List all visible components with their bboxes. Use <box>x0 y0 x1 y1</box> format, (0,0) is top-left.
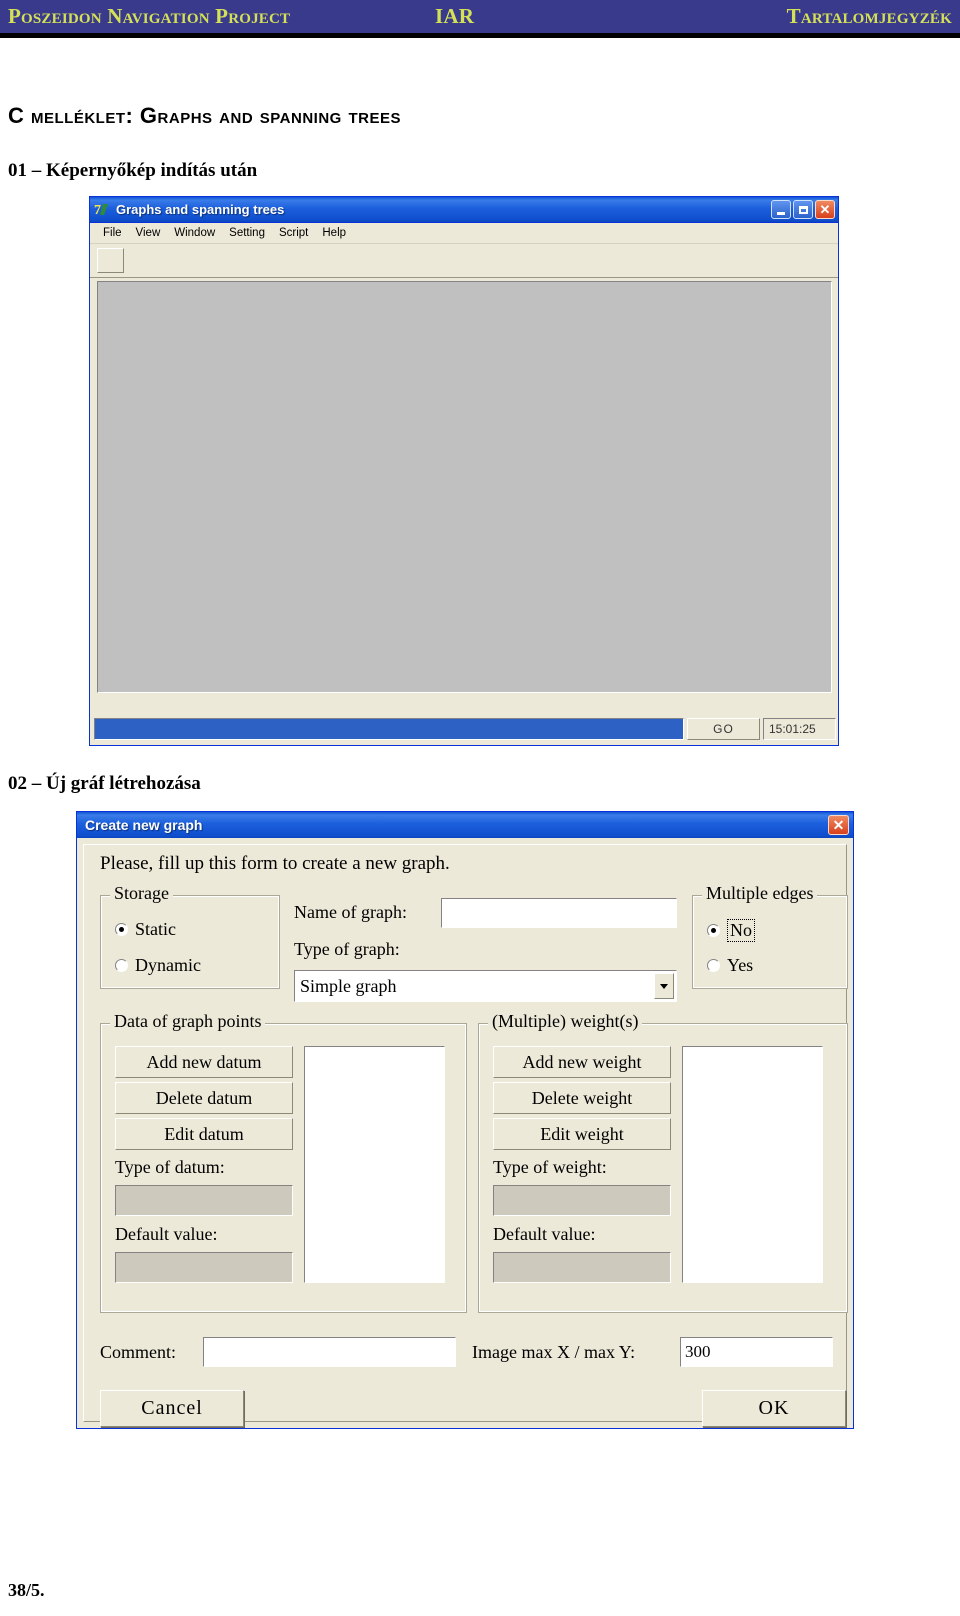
name-of-graph-input[interactable] <box>441 898 677 928</box>
weight-default-value-label: Default value: <box>493 1224 596 1244</box>
title-bar[interactable]: 7 Graphs and spanning trees ✕ <box>90 197 838 223</box>
storage-dynamic-label: Dynamic <box>135 955 201 975</box>
comment-label: Comment: <box>100 1342 176 1362</box>
create-new-graph-dialog: Create new graph ✕ Please, fill up this … <box>76 811 854 1429</box>
add-new-datum-button[interactable]: Add new datum <box>115 1046 293 1078</box>
chevron-down-icon[interactable] <box>654 973 674 999</box>
radio-icon <box>707 959 720 972</box>
header-toc-link[interactable]: Tartalomjegyzék <box>787 4 952 29</box>
menu-window[interactable]: Window <box>167 225 222 241</box>
multiple-weights-groupbox: (Multiple) weight(s) Add new weight Dele… <box>478 1011 848 1313</box>
cancel-button[interactable]: Cancel <box>100 1390 244 1427</box>
dialog-body: Please, fill up this form to create a ne… <box>83 844 848 1427</box>
header-shadow-rule <box>0 33 960 38</box>
ok-button[interactable]: OK <box>702 1390 846 1427</box>
radio-icon <box>115 923 128 936</box>
maximize-button[interactable] <box>793 200 813 219</box>
multiple-edges-legend: Multiple edges <box>702 883 818 904</box>
caption-button-group: ✕ <box>771 200 835 219</box>
dialog-title-bar[interactable]: Create new graph ✕ <box>77 812 853 838</box>
type-of-weight-field <box>493 1185 671 1216</box>
close-icon: ✕ <box>832 816 845 833</box>
menu-script[interactable]: Script <box>272 225 315 241</box>
window-title: Graphs and spanning trees <box>116 202 285 217</box>
type-of-datum-label: Type of datum: <box>115 1157 225 1177</box>
close-button[interactable]: ✕ <box>815 200 835 219</box>
minimize-icon <box>777 211 785 215</box>
dialog-title: Create new graph <box>85 817 203 833</box>
comment-input[interactable] <box>203 1337 456 1367</box>
page-title: C melléklet: Graphs and spanning trees <box>8 103 401 128</box>
edit-datum-button[interactable]: Edit datum <box>115 1118 293 1150</box>
radio-icon <box>115 959 128 972</box>
weights-listbox[interactable] <box>682 1046 823 1283</box>
menu-view[interactable]: View <box>129 225 168 241</box>
status-spacer <box>97 694 832 708</box>
type-of-weight-label: Type of weight: <box>493 1157 607 1177</box>
delete-datum-button[interactable]: Delete datum <box>115 1082 293 1114</box>
data-points-listbox[interactable] <box>304 1046 445 1283</box>
storage-legend: Storage <box>110 883 173 904</box>
image-max-input[interactable]: 300 <box>680 1337 833 1367</box>
type-of-graph-value: Simple graph <box>300 975 397 996</box>
maximize-icon <box>798 205 808 214</box>
multiple-edges-groupbox: Multiple edges No Yes <box>692 883 848 989</box>
menu-setting[interactable]: Setting <box>222 225 272 241</box>
multiple-edges-radio-no[interactable]: No <box>707 919 755 942</box>
storage-radio-dynamic[interactable]: Dynamic <box>115 955 201 976</box>
section-heading-01: 01 – Képernyőkép indítás után <box>8 160 258 181</box>
type-of-graph-label: Type of graph: <box>294 939 400 959</box>
app-icon: 7 <box>94 201 111 218</box>
multiple-edges-no-label: No <box>727 919 755 942</box>
header-iar-label: IAR <box>435 4 475 28</box>
weights-legend: (Multiple) weight(s) <box>488 1011 643 1032</box>
datum-default-value-field <box>115 1252 293 1283</box>
menu-file[interactable]: File <box>96 225 129 241</box>
multiple-edges-radio-yes[interactable]: Yes <box>707 955 753 976</box>
main-application-window: 7 Graphs and spanning trees ✕ File View … <box>89 196 839 746</box>
toolbar-button-1[interactable] <box>97 248 124 273</box>
status-progress-bar <box>94 718 684 740</box>
storage-groupbox: Storage Static Dynamic <box>100 883 280 989</box>
type-of-datum-field <box>115 1185 293 1216</box>
storage-radio-static[interactable]: Static <box>115 919 176 940</box>
image-max-label: Image max X / max Y: <box>472 1342 636 1362</box>
weight-default-value-field <box>493 1252 671 1283</box>
data-of-graph-points-groupbox: Data of graph points Add new datum Delet… <box>100 1011 467 1313</box>
page-header-band: Poszeidon Navigation Project IAR Tartalo… <box>0 0 960 38</box>
go-button[interactable]: GO <box>687 718 760 740</box>
minimize-button[interactable] <box>771 200 791 219</box>
datum-default-value-label: Default value: <box>115 1224 218 1244</box>
menu-bar: File View Window Setting Script Help <box>90 223 838 244</box>
data-points-legend: Data of graph points <box>110 1011 266 1032</box>
multiple-edges-yes-label: Yes <box>727 955 754 975</box>
radio-icon <box>707 924 720 937</box>
delete-weight-button[interactable]: Delete weight <box>493 1082 671 1114</box>
close-icon: ✕ <box>819 202 831 217</box>
dialog-close-button[interactable]: ✕ <box>828 815 849 835</box>
dialog-instruction: Please, fill up this form to create a ne… <box>100 853 450 874</box>
section-heading-02: 02 – Új gráf létrehozása <box>8 773 201 794</box>
graph-canvas[interactable] <box>97 281 832 693</box>
status-bar: GO 15:01:25 <box>94 718 836 740</box>
status-clock: 15:01:25 <box>763 718 836 740</box>
toolbar <box>90 244 838 278</box>
name-of-graph-label: Name of graph: <box>294 902 407 922</box>
storage-static-label: Static <box>135 919 176 939</box>
edit-weight-button[interactable]: Edit weight <box>493 1118 671 1150</box>
page-number: 38/5. <box>8 1580 45 1600</box>
header-project-title: Poszeidon Navigation Project <box>8 4 291 28</box>
type-of-graph-combo[interactable]: Simple graph <box>294 970 677 1002</box>
svg-text:7: 7 <box>94 203 101 218</box>
add-new-weight-button[interactable]: Add new weight <box>493 1046 671 1078</box>
menu-help[interactable]: Help <box>315 225 353 241</box>
